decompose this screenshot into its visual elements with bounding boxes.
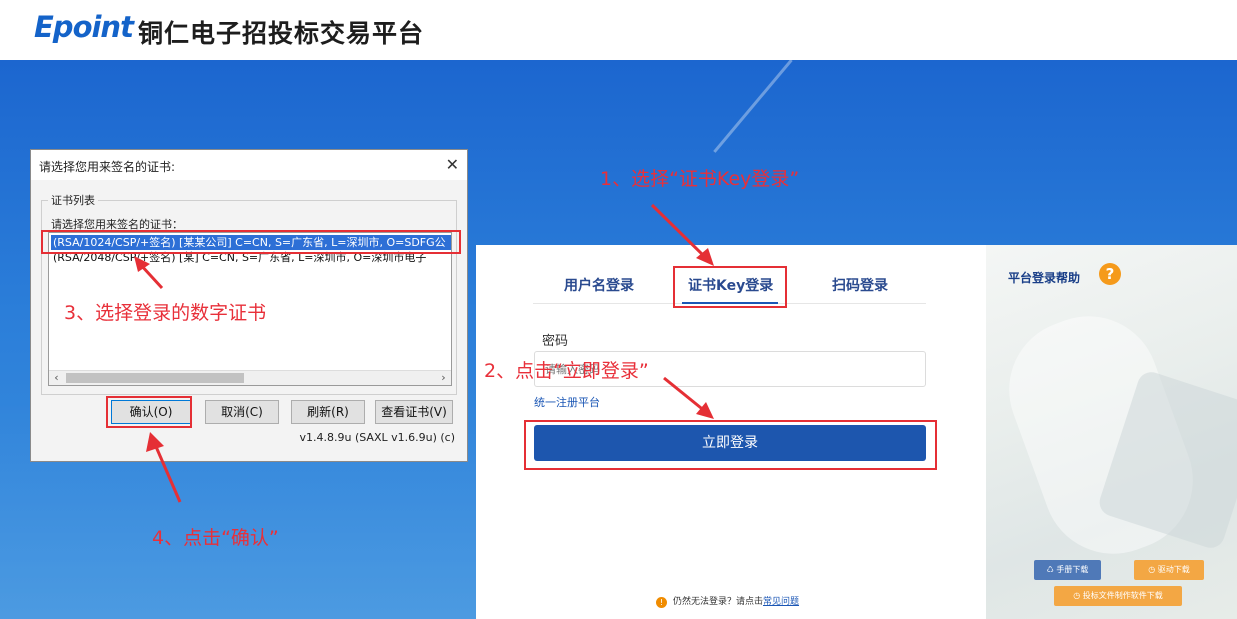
annotation-step1: 1、选择“证书Key登录” [600, 168, 800, 190]
annotation-step3: 3、选择登录的数字证书 [64, 302, 267, 324]
annotation-step2: 2、点击“立即登录” [484, 360, 649, 382]
annotation-step4: 4、点击“确认” [152, 527, 279, 549]
